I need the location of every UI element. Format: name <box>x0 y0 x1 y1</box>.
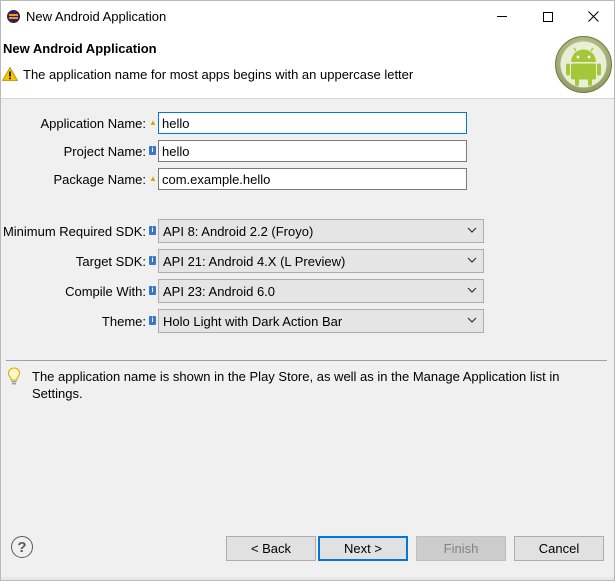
back-button[interactable]: < Back <box>226 536 316 561</box>
close-button[interactable] <box>570 1 614 32</box>
title-bar[interactable]: New Android Application <box>1 1 614 32</box>
project-name-label: Project Name: <box>63 144 146 159</box>
warning-icon <box>2 67 18 81</box>
project-name-input[interactable] <box>158 140 467 162</box>
theme-label: Theme: <box>101 314 146 329</box>
maximize-button[interactable] <box>525 1 571 32</box>
minimize-button[interactable] <box>479 1 525 32</box>
chevron-down-icon <box>467 287 477 293</box>
theme-row: Theme: i Holo Light with Dark Action Bar <box>1 309 614 333</box>
field-info-icon: i <box>149 286 156 295</box>
min-sdk-row: Minimum Required SDK: i API 8: Android 2… <box>1 219 614 243</box>
chevron-down-icon <box>467 227 477 233</box>
wizard-banner: New Android Application The application … <box>1 32 614 99</box>
help-icon[interactable]: ? <box>11 536 33 558</box>
compile-with-value: API 23: Android 6.0 <box>163 284 276 299</box>
min-sdk-select[interactable]: API 8: Android 2.2 (Froyo) <box>158 219 484 243</box>
lightbulb-icon <box>7 367 21 385</box>
minimize-icon <box>497 16 507 17</box>
dialog-window: New Android Application New Android Appl… <box>0 0 615 581</box>
compile-with-select[interactable]: API 23: Android 6.0 <box>158 279 484 303</box>
field-info-icon: i <box>149 146 156 155</box>
finish-button[interactable]: Finish <box>416 536 506 561</box>
compile-with-row: Compile With: i API 23: Android 6.0 <box>1 279 614 303</box>
next-button[interactable]: Next > <box>318 536 408 561</box>
android-logo-icon <box>555 36 612 93</box>
field-info-icon: i <box>149 256 156 265</box>
field-warning-icon: ▲ <box>149 118 157 127</box>
page-title: New Android Application <box>3 41 157 56</box>
bottom-edge <box>1 577 614 580</box>
target-sdk-row: Target SDK: i API 21: Android 4.X (L Pre… <box>1 249 614 273</box>
application-name-input[interactable] <box>158 112 467 134</box>
project-name-row: Project Name: i <box>1 140 614 162</box>
app-name-label: Application Name: <box>40 116 147 131</box>
theme-select[interactable]: Holo Light with Dark Action Bar <box>158 309 484 333</box>
package-name-input[interactable] <box>158 168 467 190</box>
package-name-label: Package Name: <box>53 172 147 187</box>
field-info-icon: i <box>149 316 156 325</box>
chevron-down-icon <box>467 317 477 323</box>
separator <box>6 360 607 361</box>
app-name-row: Application Name: ▲ <box>1 112 614 134</box>
eclipse-icon <box>7 10 20 23</box>
compile-with-label: Compile With: <box>65 284 146 299</box>
description-text: The application name is shown in the Pla… <box>32 369 560 401</box>
target-sdk-label: Target SDK: <box>75 254 146 269</box>
close-icon <box>587 11 599 22</box>
target-sdk-select[interactable]: API 21: Android 4.X (L Preview) <box>158 249 484 273</box>
field-warning-icon: ▲ <box>149 174 157 183</box>
theme-value: Holo Light with Dark Action Bar <box>163 314 343 329</box>
field-info-icon: i <box>149 226 156 235</box>
min-sdk-label: Minimum Required SDK: <box>2 224 146 239</box>
target-sdk-value: API 21: Android 4.X (L Preview) <box>163 254 346 269</box>
window-title: New Android Application <box>26 9 167 24</box>
package-name-row: Package Name: ▲ <box>1 168 614 190</box>
cancel-button[interactable]: Cancel <box>514 536 604 561</box>
min-sdk-value: API 8: Android 2.2 (Froyo) <box>163 224 314 239</box>
banner-message: The application name for most apps begin… <box>23 67 414 82</box>
chevron-down-icon <box>467 257 477 263</box>
maximize-icon <box>543 11 553 22</box>
